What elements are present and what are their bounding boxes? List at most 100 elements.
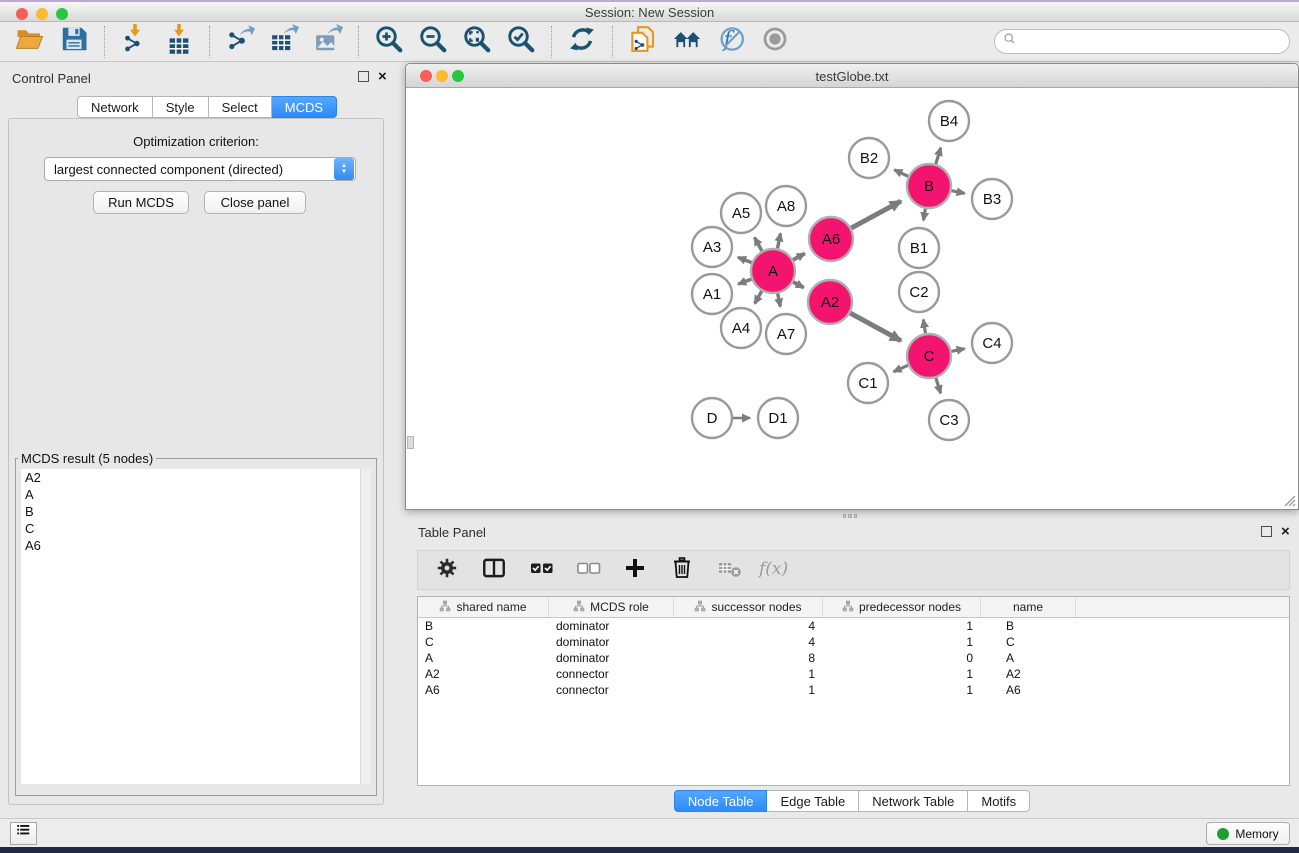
node-A8[interactable]: A8	[766, 186, 806, 226]
first-neighbors-button[interactable]	[671, 26, 703, 58]
cell-shared-name[interactable]: A2	[418, 667, 549, 681]
tab-network[interactable]: Network	[77, 96, 153, 118]
task-history-button[interactable]	[10, 822, 37, 845]
cell-successor-nodes[interactable]: 4	[674, 619, 823, 633]
edge-A2-C[interactable]	[850, 313, 901, 341]
canvas-left-grip[interactable]	[407, 436, 414, 449]
table-options-gear-button[interactable]	[433, 556, 461, 584]
node-B1[interactable]: B1	[899, 228, 939, 268]
mcds-result-item[interactable]: B	[21, 503, 371, 520]
show-column-button[interactable]	[480, 556, 508, 584]
mcds-result-item[interactable]: C	[21, 520, 371, 537]
edge-B-B1[interactable]	[923, 209, 925, 221]
search-input[interactable]	[1018, 32, 1289, 52]
run-mcds-button[interactable]: Run MCDS	[93, 191, 189, 214]
tab-mcds[interactable]: MCDS	[272, 96, 337, 118]
node-A3[interactable]: A3	[692, 227, 732, 267]
tab-select[interactable]: Select	[209, 96, 272, 118]
hide-selected-button[interactable]: f	[715, 26, 747, 58]
cell-predecessor-nodes[interactable]: 1	[823, 683, 981, 697]
node-B3[interactable]: B3	[972, 179, 1012, 219]
cell-predecessor-nodes[interactable]: 1	[823, 635, 981, 649]
window-resize-grip[interactable]	[1282, 493, 1296, 507]
cell-shared-name[interactable]: A	[418, 651, 549, 665]
tab-node-table[interactable]: Node Table	[674, 790, 768, 812]
table-row-A2[interactable]: A2connector11A2	[418, 666, 1289, 682]
column-header-MCDS-role[interactable]: MCDS role	[549, 597, 674, 617]
table-row-A[interactable]: Adominator80A	[418, 650, 1289, 666]
cell-predecessor-nodes[interactable]: 1	[823, 619, 981, 633]
table-row-A6[interactable]: A6connector11A6	[418, 682, 1289, 698]
node-A5[interactable]: A5	[721, 193, 761, 233]
node-B4[interactable]: B4	[929, 101, 969, 141]
cell-name[interactable]: A2	[981, 667, 1076, 681]
cell-predecessor-nodes[interactable]: 1	[823, 667, 981, 681]
node-A1[interactable]: A1	[692, 274, 732, 314]
close-table-panel-icon[interactable]: ×	[1281, 526, 1290, 537]
delete-column-button[interactable]	[668, 556, 696, 584]
node-A[interactable]: A	[751, 249, 795, 293]
cell-name[interactable]: C	[981, 635, 1076, 649]
export-network-button[interactable]	[224, 26, 256, 58]
edge-A-A7[interactable]	[778, 294, 781, 307]
mcds-result-item[interactable]: A2	[21, 469, 371, 486]
node-A7[interactable]: A7	[766, 314, 806, 354]
node-C4[interactable]: C4	[972, 323, 1012, 363]
edge-A6-B[interactable]	[851, 201, 901, 228]
cell-successor-nodes[interactable]: 1	[674, 667, 823, 681]
memory-button[interactable]: Memory	[1206, 822, 1290, 845]
node-C2[interactable]: C2	[899, 272, 939, 312]
network-canvas[interactable]: B4B2BB3A5A8A6A3AB1A1A2C2A4A7C4CC1DD1C3	[407, 88, 1298, 509]
table-row-B[interactable]: Bdominator41B	[418, 618, 1289, 634]
edge-A-A8[interactable]	[778, 233, 781, 248]
open-session-button[interactable]	[14, 26, 46, 58]
delete-table-button[interactable]	[715, 556, 743, 584]
close-panel-icon[interactable]: ×	[378, 71, 387, 82]
zoom-in-button[interactable]	[373, 26, 405, 58]
cell-shared-name[interactable]: B	[418, 619, 549, 633]
node-A6[interactable]: A6	[809, 217, 853, 261]
cell-successor-nodes[interactable]: 8	[674, 651, 823, 665]
node-C[interactable]: C	[907, 334, 951, 378]
table-row-C[interactable]: Cdominator41C	[418, 634, 1289, 650]
cell-successor-nodes[interactable]: 1	[674, 683, 823, 697]
node-A4[interactable]: A4	[721, 308, 761, 348]
new-network-from-selection-button[interactable]	[627, 26, 659, 58]
cell-shared-name[interactable]: C	[418, 635, 549, 649]
node-B[interactable]: B	[907, 164, 951, 208]
function-builder-button[interactable]: f(x)	[762, 556, 790, 584]
column-header-name[interactable]: name	[981, 597, 1076, 617]
cell-MCDS-role[interactable]: connector	[549, 683, 674, 697]
cell-MCDS-role[interactable]: dominator	[549, 619, 674, 633]
edge-C-C4[interactable]	[952, 349, 965, 352]
search-field[interactable]	[994, 29, 1290, 54]
tab-edge-table[interactable]: Edge Table	[767, 790, 859, 812]
node-table[interactable]: shared name MCDS role successor nodes pr…	[417, 596, 1290, 786]
column-header-predecessor-nodes[interactable]: predecessor nodes	[823, 597, 981, 617]
export-image-button[interactable]	[312, 26, 344, 58]
edge-A-A4[interactable]	[755, 291, 762, 304]
zoom-out-button[interactable]	[417, 26, 449, 58]
deselect-all-checks-button[interactable]	[574, 556, 602, 584]
cell-name[interactable]: A	[981, 651, 1076, 665]
tab-network-table[interactable]: Network Table	[859, 790, 968, 812]
node-C1[interactable]: C1	[848, 363, 888, 403]
scrollbar-track[interactable]	[360, 469, 371, 784]
cell-MCDS-role[interactable]: dominator	[549, 651, 674, 665]
mcds-result-item[interactable]: A6	[21, 537, 371, 554]
cell-successor-nodes[interactable]: 4	[674, 635, 823, 649]
cell-MCDS-role[interactable]: connector	[549, 667, 674, 681]
edge-A-A6[interactable]	[793, 253, 805, 259]
close-panel-button[interactable]: Close panel	[204, 191, 306, 214]
column-header-shared-name[interactable]: shared name	[418, 597, 549, 617]
node-A2[interactable]: A2	[808, 280, 852, 324]
tab-motifs[interactable]: Motifs	[968, 790, 1030, 812]
float-table-panel-icon[interactable]	[1261, 526, 1272, 537]
edge-A-A1[interactable]	[738, 279, 751, 284]
mcds-result-item[interactable]: A	[21, 486, 371, 503]
show-all-button[interactable]	[759, 26, 791, 58]
float-panel-icon[interactable]	[358, 71, 369, 82]
edge-B-B2[interactable]	[894, 170, 908, 176]
mcds-result-list[interactable]: A2ABCA6	[21, 469, 371, 784]
save-session-button[interactable]	[58, 26, 90, 58]
